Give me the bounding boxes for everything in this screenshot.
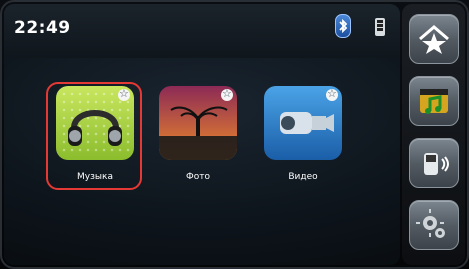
bluetooth-icon: [335, 14, 351, 38]
sidebar-settings-button[interactable]: [409, 200, 459, 250]
sidebar: [402, 4, 465, 265]
selection-highlight: [46, 82, 142, 190]
sidebar-media-button[interactable]: [409, 76, 459, 126]
phone-signal-icon: [424, 153, 449, 175]
clock: 22:49: [14, 18, 71, 38]
main-panel: 22:49 ☆ Музыка ☆ Фото ☆ Видео: [4, 4, 400, 265]
settings-gears-icon: [416, 209, 445, 238]
status-bar: 22:49: [4, 4, 400, 58]
camcorder-icon[interactable]: [264, 86, 342, 160]
sidebar-home-button[interactable]: [409, 14, 459, 64]
media-clapper-note-icon: [420, 89, 448, 114]
tile-photo[interactable]: Фото: [159, 86, 237, 196]
sidebar-phone-button[interactable]: [409, 138, 459, 188]
tile-video[interactable]: Видео: [264, 86, 342, 196]
signal-icon: [374, 14, 386, 40]
tile-video-label: Видео: [288, 172, 318, 182]
screen: 22:49 ☆ Музыка ☆ Фото ☆ Видео: [0, 0, 469, 269]
sunset-tree-icon[interactable]: [159, 86, 237, 160]
home-star-icon: [419, 25, 449, 54]
tile-photo-label: Фото: [185, 172, 210, 182]
